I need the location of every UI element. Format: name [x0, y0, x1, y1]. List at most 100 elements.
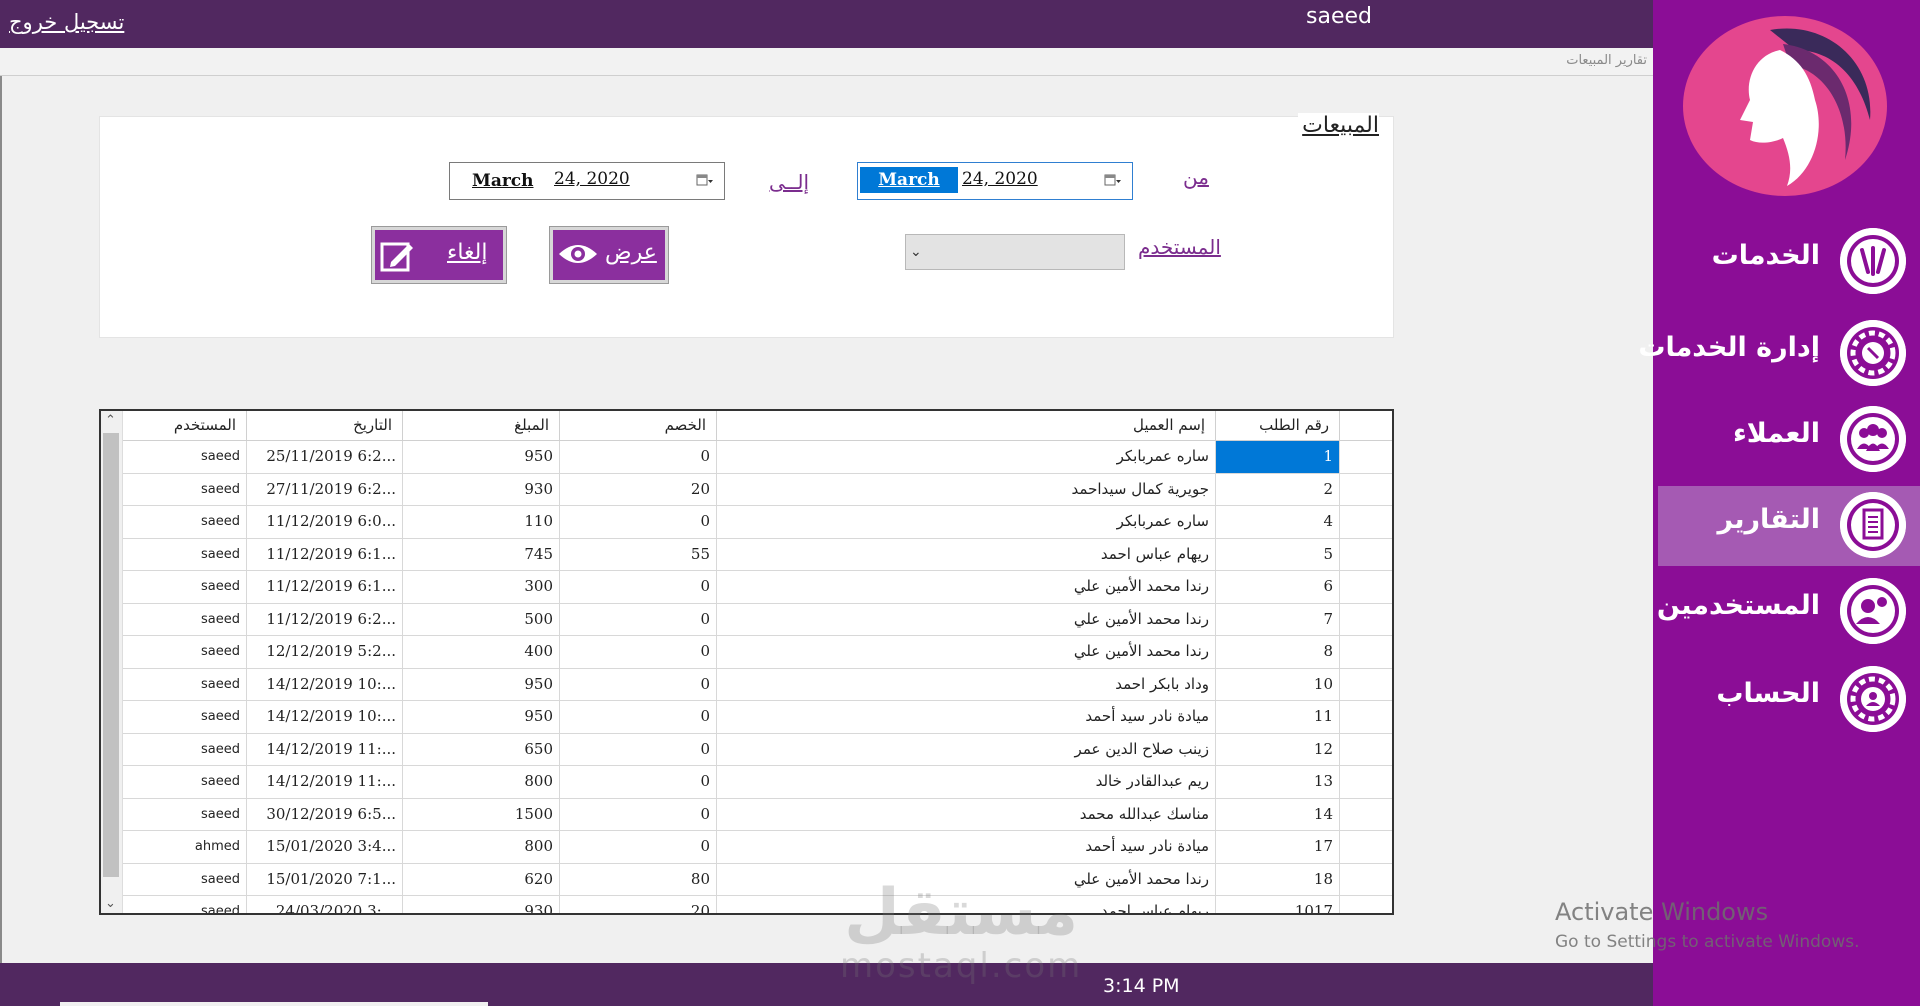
- cell-order-no[interactable]: 1017: [1216, 896, 1340, 913]
- cell-discount[interactable]: 0: [560, 636, 717, 668]
- table-row[interactable]: saeed 11/12/2019 6:1... 300 0 رندا محمد الأم…: [123, 571, 1392, 604]
- table-row[interactable]: saeed 14/12/2019 11:... 800 0 ريم عبدالقادر …: [123, 766, 1392, 799]
- calendar-dropdown-icon[interactable]: [696, 172, 714, 190]
- vertical-scrollbar[interactable]: ⌃ ⌄: [101, 411, 123, 913]
- cell-date[interactable]: 27/11/2019 6:2...: [247, 473, 403, 505]
- cell-user[interactable]: saeed: [123, 636, 247, 668]
- cell-discount[interactable]: 0: [560, 701, 717, 733]
- cell-discount[interactable]: 0: [560, 441, 717, 473]
- cell-order-no[interactable]: 17: [1216, 831, 1340, 863]
- cell-amount[interactable]: 620: [403, 863, 560, 895]
- cell-customer[interactable]: جويرية كمال سيداحمد: [717, 473, 1216, 505]
- cell-user[interactable]: saeed: [123, 668, 247, 700]
- cell-amount[interactable]: 950: [403, 701, 560, 733]
- cell-customer[interactable]: ميادة نادر سيد أحمد: [717, 701, 1216, 733]
- cell-customer[interactable]: وداد بابكر احمد: [717, 668, 1216, 700]
- table-row[interactable]: saeed 15/01/2020 7:1... 620 80 رندا محمد الأ…: [123, 863, 1392, 896]
- cell-discount[interactable]: 80: [560, 863, 717, 895]
- cell-discount[interactable]: 20: [560, 896, 717, 913]
- cell-date[interactable]: 14/12/2019 11:...: [247, 766, 403, 798]
- table-row[interactable]: saeed 11/12/2019 6:1... 745 55 ريهام عباس اح…: [123, 538, 1392, 571]
- cell-user[interactable]: saeed: [123, 506, 247, 538]
- cell-discount[interactable]: 55: [560, 538, 717, 570]
- cell-date[interactable]: 11/12/2019 6:1...: [247, 538, 403, 570]
- cell-order-no[interactable]: 2: [1216, 473, 1340, 505]
- cell-customer[interactable]: ميادة نادر سيد أحمد: [717, 831, 1216, 863]
- cell-user[interactable]: saeed: [123, 538, 247, 570]
- cell-amount[interactable]: 110: [403, 506, 560, 538]
- nav-services[interactable]: الخدمات: [1658, 222, 1920, 302]
- column-header-customer[interactable]: إسم العميل: [717, 411, 1216, 441]
- nav-reports[interactable]: التقارير: [1658, 486, 1920, 566]
- table-row[interactable]: saeed 14/12/2019 11:... 650 0 زينب صلاح الدي…: [123, 733, 1392, 766]
- from-date-picker[interactable]: March 24, 2020: [857, 162, 1133, 200]
- cell-user[interactable]: saeed: [123, 441, 247, 473]
- cell-amount[interactable]: 745: [403, 538, 560, 570]
- cell-discount[interactable]: 0: [560, 603, 717, 635]
- column-header-user[interactable]: المستخدم: [123, 411, 247, 441]
- cell-date[interactable]: 15/01/2020 3:4...: [247, 831, 403, 863]
- cell-discount[interactable]: 0: [560, 668, 717, 700]
- cell-date[interactable]: 15/01/2020 7:1...: [247, 863, 403, 895]
- cell-order-no[interactable]: 8: [1216, 636, 1340, 668]
- cell-user[interactable]: saeed: [123, 571, 247, 603]
- cell-date[interactable]: 14/12/2019 10:...: [247, 701, 403, 733]
- table-row[interactable]: ahmed 15/01/2020 3:4... 800 0 ميادة نادر سيد…: [123, 831, 1392, 864]
- scroll-up-icon[interactable]: ⌃: [105, 413, 116, 428]
- table-row[interactable]: saeed 14/12/2019 10:... 950 0 وداد بابكر احم…: [123, 668, 1392, 701]
- cell-order-no[interactable]: 11: [1216, 701, 1340, 733]
- cell-customer[interactable]: رندا محمد الأمين علي: [717, 571, 1216, 603]
- cell-date[interactable]: 11/12/2019 6:2...: [247, 603, 403, 635]
- cell-user[interactable]: saeed: [123, 798, 247, 830]
- cell-date[interactable]: 24/03/2020 3:...: [247, 896, 403, 913]
- cell-customer[interactable]: رندا محمد الأمين علي: [717, 636, 1216, 668]
- cancel-button[interactable]: إلغاء: [371, 226, 507, 284]
- cell-amount[interactable]: 930: [403, 473, 560, 505]
- cell-user[interactable]: saeed: [123, 473, 247, 505]
- cell-order-no[interactable]: 13: [1216, 766, 1340, 798]
- cell-amount[interactable]: 1500: [403, 798, 560, 830]
- table-row[interactable]: saeed 12/12/2019 5:2... 400 0 رندا محمد الأم…: [123, 636, 1392, 669]
- cell-customer[interactable]: ساره عمربابكر: [717, 441, 1216, 473]
- cell-amount[interactable]: 800: [403, 766, 560, 798]
- cell-amount[interactable]: 650: [403, 733, 560, 765]
- cell-amount[interactable]: 950: [403, 441, 560, 473]
- cell-discount[interactable]: 0: [560, 766, 717, 798]
- cell-customer[interactable]: زينب صلاح الدين عمر: [717, 733, 1216, 765]
- cell-amount[interactable]: 300: [403, 571, 560, 603]
- cell-date[interactable]: 14/12/2019 11:...: [247, 733, 403, 765]
- cell-date[interactable]: 30/12/2019 6:5...: [247, 798, 403, 830]
- table-row[interactable]: saeed 11/12/2019 6:0... 110 0 ساره عمربابكر 4: [123, 506, 1392, 539]
- cell-order-no[interactable]: 12: [1216, 733, 1340, 765]
- cell-user[interactable]: saeed: [123, 896, 247, 913]
- cell-customer[interactable]: رندا محمد الأمين علي: [717, 603, 1216, 635]
- cell-customer[interactable]: ريم عبدالقادر خالد: [717, 766, 1216, 798]
- cell-amount[interactable]: 400: [403, 636, 560, 668]
- cell-discount[interactable]: 0: [560, 798, 717, 830]
- cell-amount[interactable]: 930: [403, 896, 560, 913]
- cell-amount[interactable]: 950: [403, 668, 560, 700]
- logout-link[interactable]: تسجيل خروج: [9, 10, 124, 34]
- cell-order-no[interactable]: 7: [1216, 603, 1340, 635]
- cell-discount[interactable]: 0: [560, 733, 717, 765]
- cell-order-no[interactable]: 5: [1216, 538, 1340, 570]
- cell-user[interactable]: saeed: [123, 766, 247, 798]
- column-header-date[interactable]: التاريخ: [247, 411, 403, 441]
- nav-customers[interactable]: العملاء: [1658, 400, 1920, 480]
- cell-discount[interactable]: 0: [560, 571, 717, 603]
- cell-date[interactable]: 14/12/2019 10:...: [247, 668, 403, 700]
- cell-order-no[interactable]: 18: [1216, 863, 1340, 895]
- table-row[interactable]: saeed 25/11/2019 6:2... 950 0 ساره عمربابكر 1…: [123, 441, 1392, 474]
- table-row[interactable]: saeed 24/03/2020 3:... 930 20 ريهام عباس احم…: [123, 896, 1392, 913]
- cell-order-no[interactable]: 1: [1216, 441, 1340, 473]
- cell-amount[interactable]: 500: [403, 603, 560, 635]
- cell-order-no[interactable]: 6: [1216, 571, 1340, 603]
- cell-user[interactable]: saeed: [123, 603, 247, 635]
- cell-user[interactable]: saeed: [123, 863, 247, 895]
- nav-users[interactable]: المستخدمين: [1657, 572, 1920, 652]
- cell-order-no[interactable]: 4: [1216, 506, 1340, 538]
- show-button[interactable]: عرض: [549, 226, 669, 284]
- to-date-picker[interactable]: March 24, 2020: [449, 162, 725, 200]
- cell-discount[interactable]: 0: [560, 506, 717, 538]
- user-select[interactable]: ⌄: [905, 234, 1125, 270]
